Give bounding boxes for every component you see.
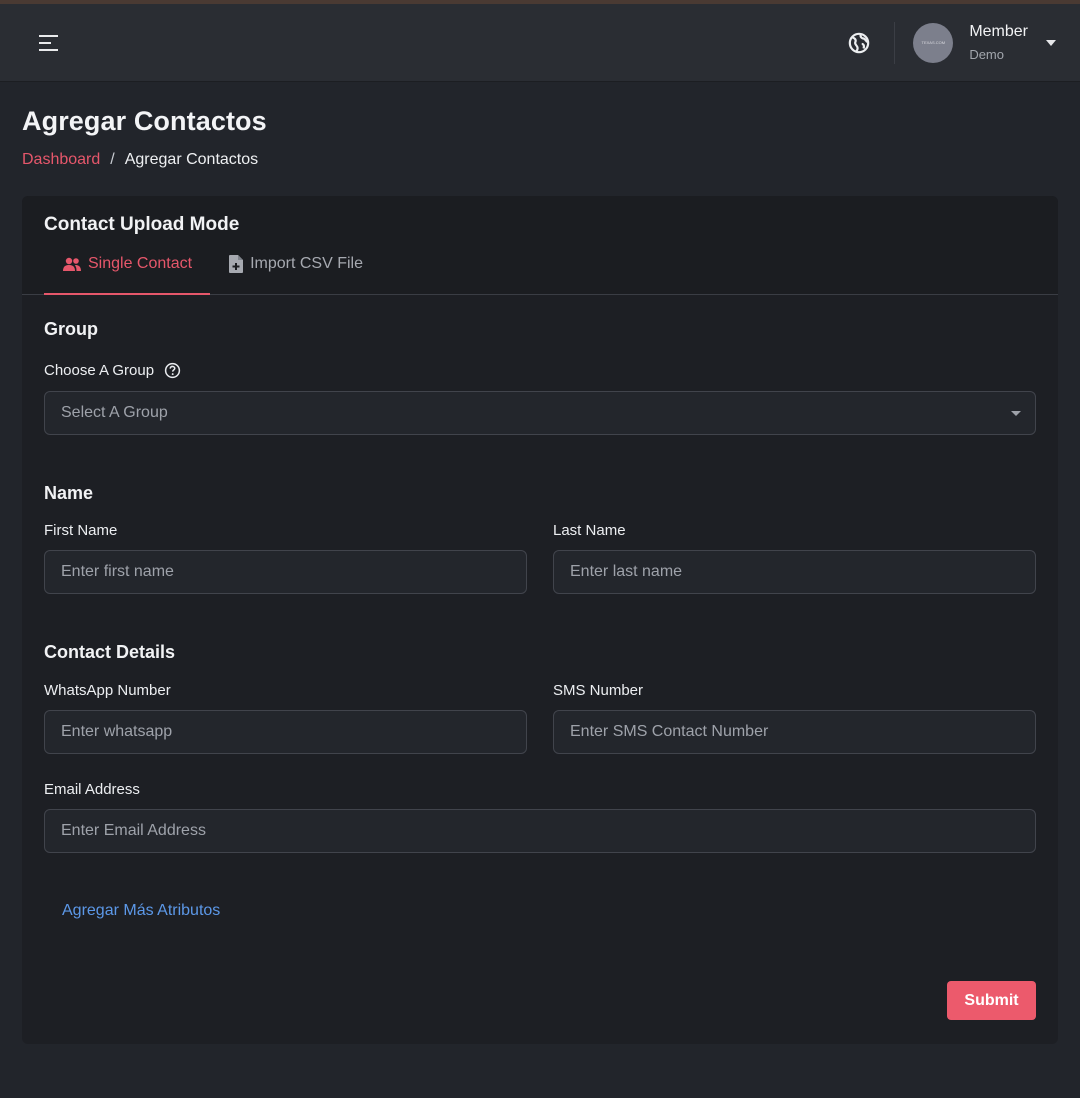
menu-toggle-button[interactable] (38, 31, 62, 55)
whatsapp-input[interactable] (44, 710, 527, 754)
tab-single-contact[interactable]: Single Contact (44, 254, 211, 295)
user-info: Member Demo (969, 23, 1028, 62)
contact-details-section-title: Contact Details (44, 642, 176, 662)
language-button[interactable] (848, 30, 874, 56)
add-more-wrapper: Agregar Más Atributos (44, 902, 1036, 920)
submit-button[interactable]: Submit (947, 981, 1036, 1020)
sms-label: SMS Number (553, 682, 644, 699)
group-label-text: Choose A Group (44, 362, 155, 379)
page-title: Agregar Contactos (22, 106, 267, 136)
group-section-title: Group (44, 319, 98, 339)
sms-group: SMS Number (553, 682, 1036, 754)
card-header: Contact Upload Mode Single Contact Impor… (22, 196, 1058, 295)
globe-icon (849, 32, 870, 53)
breadcrumb-current: Agregar Contactos (124, 151, 259, 168)
chevron-down-icon (1046, 39, 1056, 46)
contact-numbers-row: WhatsApp Number SMS Number (44, 682, 1036, 754)
top-header: TEXAS.COM Member Demo (0, 4, 1080, 82)
group-select[interactable]: Select A Group (44, 391, 1036, 435)
group-label: Choose A Group (44, 362, 1036, 379)
last-name-group: Last Name (553, 522, 1036, 594)
user-menu[interactable]: TEXAS.COM Member Demo (913, 22, 1056, 63)
header-right: TEXAS.COM Member Demo (848, 4, 1056, 81)
add-more-attributes-link[interactable]: Agregar Más Atributos (62, 902, 220, 920)
breadcrumb-separator: / (110, 151, 115, 168)
help-icon[interactable] (164, 362, 181, 379)
last-name-input[interactable] (553, 550, 1036, 594)
avatar-logo-text: TEXAS.COM (921, 40, 946, 45)
whatsapp-label: WhatsApp Number (44, 682, 171, 699)
single-contact-form: Group Choose A Group Select A Group Name… (22, 295, 1058, 1040)
last-name-label: Last Name (553, 522, 626, 539)
sms-input[interactable] (553, 710, 1036, 754)
name-row: First Name Last Name (44, 522, 1036, 594)
breadcrumb: Dashboard / Agregar Contactos (22, 151, 1058, 169)
first-name-label: First Name (44, 522, 118, 539)
email-label: Email Address (44, 781, 140, 798)
first-name-input[interactable] (44, 550, 527, 594)
card-title: Contact Upload Mode (44, 214, 240, 235)
tab-import-csv[interactable]: Import CSV File (210, 254, 381, 294)
first-name-group: First Name (44, 522, 527, 594)
name-section-title: Name (44, 483, 94, 503)
tab-single-contact-label: Single Contact (88, 255, 193, 272)
contact-form-card: Contact Upload Mode Single Contact Impor… (22, 196, 1058, 1044)
upload-mode-tabs: Single Contact Import CSV File (44, 254, 1036, 295)
email-input[interactable] (44, 809, 1036, 853)
users-icon (62, 256, 82, 272)
chevron-down-icon (1011, 410, 1021, 416)
tab-import-csv-label: Import CSV File (250, 255, 363, 272)
user-name: Member (969, 23, 1028, 40)
header-divider (894, 21, 896, 64)
avatar: TEXAS.COM (913, 22, 954, 63)
breadcrumb-dashboard-link[interactable]: Dashboard (22, 151, 100, 169)
menu-icon (39, 34, 58, 51)
file-plus-icon (228, 254, 244, 274)
user-role: Demo (969, 47, 1004, 62)
page-header: Agregar Contactos Dashboard / Agregar Co… (0, 82, 1080, 169)
whatsapp-group: WhatsApp Number (44, 682, 527, 754)
group-select-placeholder: Select A Group (61, 404, 168, 421)
